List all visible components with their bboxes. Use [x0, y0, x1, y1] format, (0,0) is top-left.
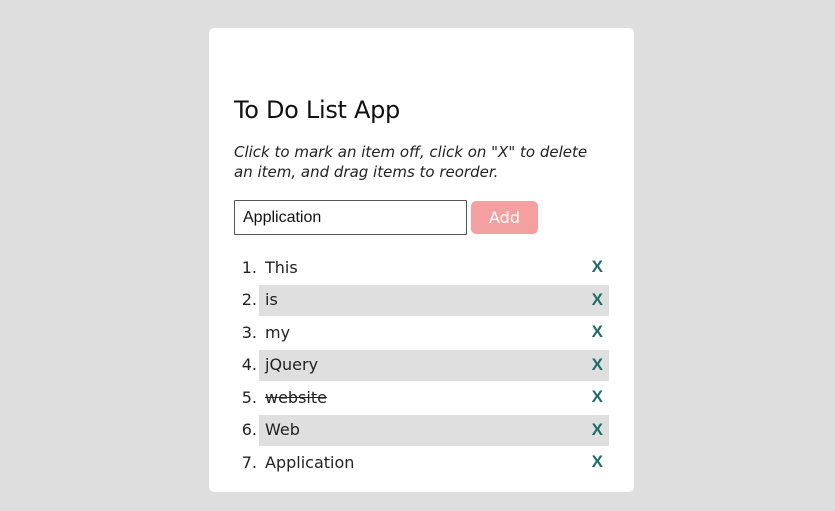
item-number: 4.	[241, 355, 257, 375]
item-number: 5.	[241, 387, 257, 407]
item-number: 7.	[241, 452, 257, 472]
delete-x-icon[interactable]: X	[592, 452, 603, 472]
delete-x-icon[interactable]: X	[592, 257, 603, 277]
row-background	[259, 414, 609, 446]
item-label[interactable]: This	[265, 258, 298, 277]
todo-list: 1. This X 2. is X 3. my X 4. jQuery X 5.…	[242, 251, 609, 479]
todo-item[interactable]: 7. Application X	[242, 446, 609, 479]
new-item-input[interactable]	[234, 200, 467, 235]
item-label[interactable]: is	[265, 290, 278, 309]
todo-item[interactable]: 6. Web X	[242, 414, 609, 447]
instructions-text: Click to mark an item off, click on "X" …	[234, 143, 588, 181]
todo-item[interactable]: 3. my X	[242, 316, 609, 349]
delete-x-icon[interactable]: X	[592, 290, 603, 310]
todo-item[interactable]: 2. is X	[242, 284, 609, 317]
item-label[interactable]: Application	[265, 453, 354, 472]
todo-card: To Do List App Click to mark an item off…	[209, 28, 634, 492]
delete-x-icon[interactable]: X	[592, 322, 603, 342]
item-number: 6.	[241, 420, 257, 440]
todo-item-completed[interactable]: 5. website X	[242, 381, 609, 414]
item-label[interactable]: website	[265, 388, 327, 407]
item-number: 2.	[241, 290, 257, 310]
item-label[interactable]: my	[265, 323, 290, 342]
add-item-form: Add	[234, 200, 538, 235]
delete-x-icon[interactable]: X	[592, 387, 603, 407]
item-label[interactable]: jQuery	[265, 355, 318, 374]
row-background	[259, 284, 609, 316]
add-button[interactable]: Add	[471, 201, 538, 234]
todo-item[interactable]: 4. jQuery X	[242, 349, 609, 382]
item-label[interactable]: Web	[265, 420, 300, 439]
delete-x-icon[interactable]: X	[592, 355, 603, 375]
todo-item[interactable]: 1. This X	[242, 251, 609, 284]
app-title: To Do List App	[234, 96, 400, 124]
item-number: 3.	[241, 322, 257, 342]
delete-x-icon[interactable]: X	[592, 420, 603, 440]
item-number: 1.	[241, 257, 257, 277]
